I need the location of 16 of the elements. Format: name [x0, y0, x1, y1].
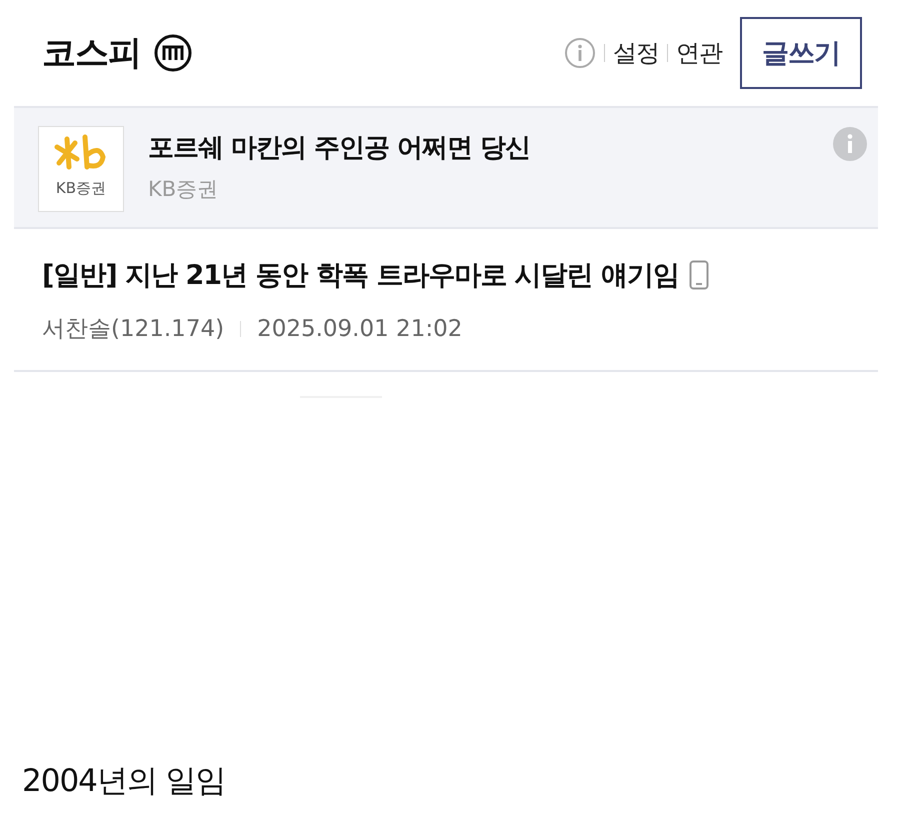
- board-title: 코스피: [42, 32, 141, 75]
- phone-icon: [689, 260, 710, 290]
- post-author: 서찬솔(121.174): [42, 315, 224, 344]
- sponsor-logo: KB증권: [38, 126, 124, 212]
- post-title: [일반] 지난 21년 동안 학폭 트라우마로 시달린 얘기임: [42, 259, 680, 293]
- ad-banner[interactable]: KB증권 포르쉐 마칸의 주인공 어쩌면 당신 KB증권: [14, 106, 878, 229]
- ad-info-icon[interactable]: [832, 126, 868, 162]
- header-link[interactable]: 설정: [613, 37, 659, 69]
- ad-title: 포르쉐 마칸의 주인공 어쩌면 당신: [148, 132, 532, 165]
- header-link[interactable]: 연관: [676, 37, 722, 69]
- post-body-text: 2004년의 일임: [22, 762, 227, 801]
- ad-sponsor: KB증권: [148, 176, 220, 203]
- post-date: 2025.09.01 21:02: [257, 316, 462, 342]
- write-button[interactable]: 글쓰기: [740, 17, 862, 89]
- info-icon[interactable]: [564, 37, 596, 69]
- mobile-badge-icon: [153, 33, 193, 73]
